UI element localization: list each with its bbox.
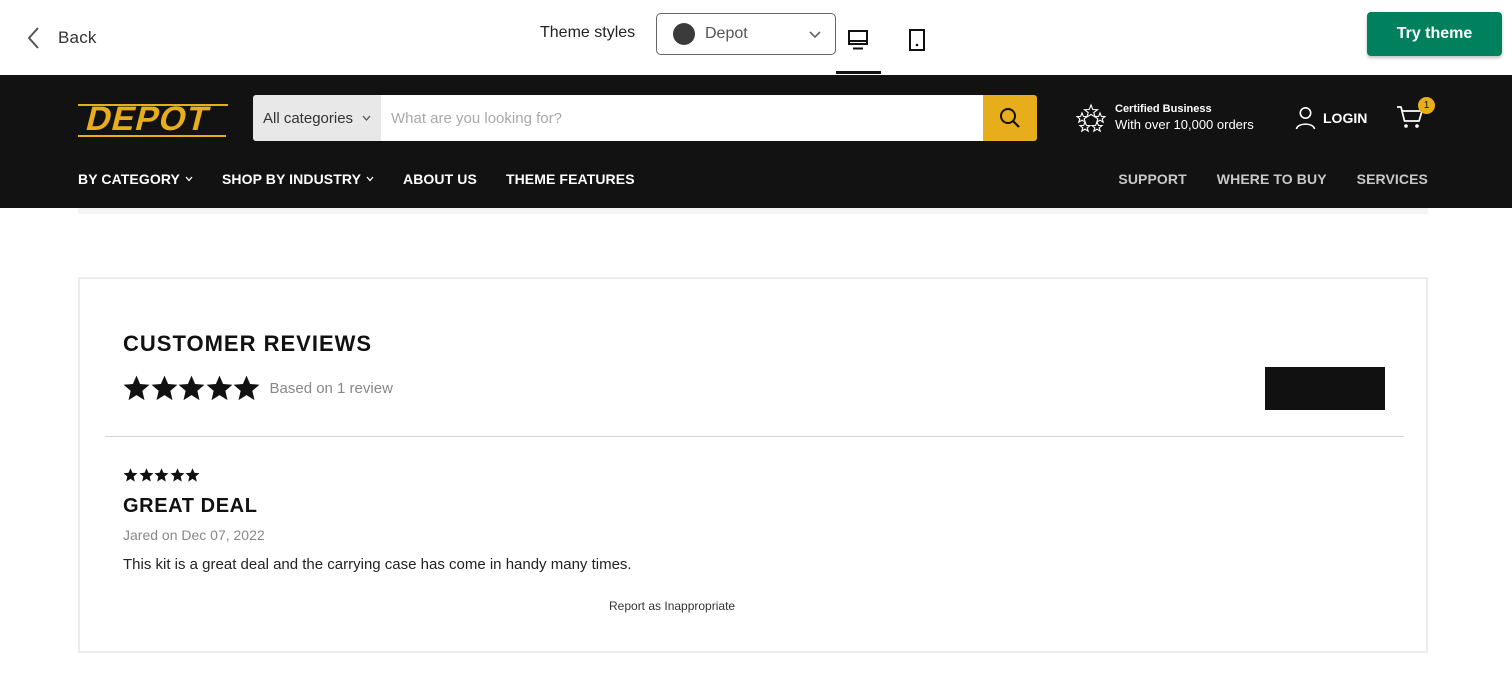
nav-shop-by-industry[interactable]: SHOP BY INDUSTRY xyxy=(222,171,374,187)
search-bar: All categories xyxy=(253,95,1037,141)
search-button[interactable] xyxy=(983,95,1037,141)
back-button[interactable]: Back xyxy=(24,22,97,54)
star-icon xyxy=(233,375,260,401)
user-icon xyxy=(1295,107,1316,130)
review-author-date: Jared on Dec 07, 2022 xyxy=(123,527,265,543)
reviews-title: CUSTOMER REVIEWS xyxy=(123,331,373,356)
category-select[interactable]: All categories xyxy=(253,95,381,141)
store-header: DEPOT All categories What are you lookin… xyxy=(0,75,1512,208)
chevron-left-icon xyxy=(27,27,39,49)
theme-preview-bar: Back Theme styles Depot Try theme xyxy=(0,0,1512,75)
review-rating-stars xyxy=(123,468,1323,482)
depot-logo[interactable]: DEPOT xyxy=(78,99,228,139)
average-rating-stars xyxy=(123,375,261,401)
mobile-icon xyxy=(909,29,925,51)
customer-reviews-section: CUSTOMER REVIEWS Based on 1 review GREAT… xyxy=(78,277,1428,653)
review-body: This kit is a great deal and the carryin… xyxy=(123,556,632,573)
review-title: GREAT DEAL xyxy=(123,495,258,517)
star-icon xyxy=(154,468,169,482)
nav-by-category[interactable]: BY CATEGORY xyxy=(78,171,193,187)
chevron-down-icon xyxy=(809,31,821,39)
certified-business-badge: Certified Business With over 10,000 orde… xyxy=(1076,103,1254,133)
login-link[interactable]: LOGIN xyxy=(1295,106,1367,130)
certified-title: Certified Business xyxy=(1115,103,1212,115)
report-inappropriate-link[interactable]: Report as Inappropriate xyxy=(609,599,735,613)
chevron-down-icon xyxy=(366,176,374,182)
nav-where-to-buy[interactable]: WHERE TO BUY xyxy=(1217,171,1327,187)
login-label: LOGIN xyxy=(1323,110,1368,126)
star-icon xyxy=(151,375,177,401)
search-icon xyxy=(1000,108,1020,128)
primary-nav: BY CATEGORY SHOP BY INDUSTRY ABOUT US TH… xyxy=(78,171,664,187)
nav-theme-features[interactable]: THEME FEATURES xyxy=(506,171,635,187)
reviews-divider xyxy=(105,436,1404,437)
chevron-down-icon xyxy=(362,115,371,121)
write-review-button[interactable] xyxy=(1265,367,1385,410)
cart-button[interactable]: 1 xyxy=(1396,97,1435,133)
category-select-value: All categories xyxy=(263,109,354,127)
review-count-text: Based on 1 review xyxy=(269,379,393,397)
header-shadow-strip xyxy=(78,208,1428,214)
logo-text: DEPOT xyxy=(82,100,213,137)
review-item: GREAT DEAL Jared on Dec 07, 2022 This ki… xyxy=(123,468,1323,573)
stars-circle-icon xyxy=(1076,103,1106,133)
theme-color-swatch xyxy=(673,23,695,45)
try-theme-button[interactable]: Try theme xyxy=(1367,12,1502,56)
search-input[interactable] xyxy=(381,95,983,141)
nav-about-us[interactable]: ABOUT US xyxy=(403,171,477,187)
desktop-view-button[interactable] xyxy=(836,20,881,74)
star-icon xyxy=(170,468,184,482)
chevron-down-icon xyxy=(185,176,193,182)
star-icon xyxy=(178,375,205,401)
nav-services[interactable]: SERVICES xyxy=(1357,171,1428,187)
desktop-icon xyxy=(848,30,868,50)
star-icon xyxy=(185,468,200,482)
certified-subtitle: With over 10,000 orders xyxy=(1115,116,1254,132)
back-label: Back xyxy=(58,28,97,47)
theme-style-select[interactable]: Depot xyxy=(656,13,836,55)
nav-support[interactable]: SUPPORT xyxy=(1118,171,1186,187)
star-icon xyxy=(123,375,150,401)
secondary-nav: SUPPORT WHERE TO BUY SERVICES xyxy=(1088,171,1428,187)
reviews-summary: Based on 1 review xyxy=(123,375,393,401)
cart-count-badge: 1 xyxy=(1418,97,1435,114)
mobile-view-button[interactable] xyxy=(895,20,939,60)
star-icon xyxy=(206,375,232,401)
theme-style-value: Depot xyxy=(705,25,748,42)
star-icon xyxy=(123,468,138,482)
theme-styles-label: Theme styles xyxy=(540,24,636,41)
star-icon xyxy=(139,468,153,482)
